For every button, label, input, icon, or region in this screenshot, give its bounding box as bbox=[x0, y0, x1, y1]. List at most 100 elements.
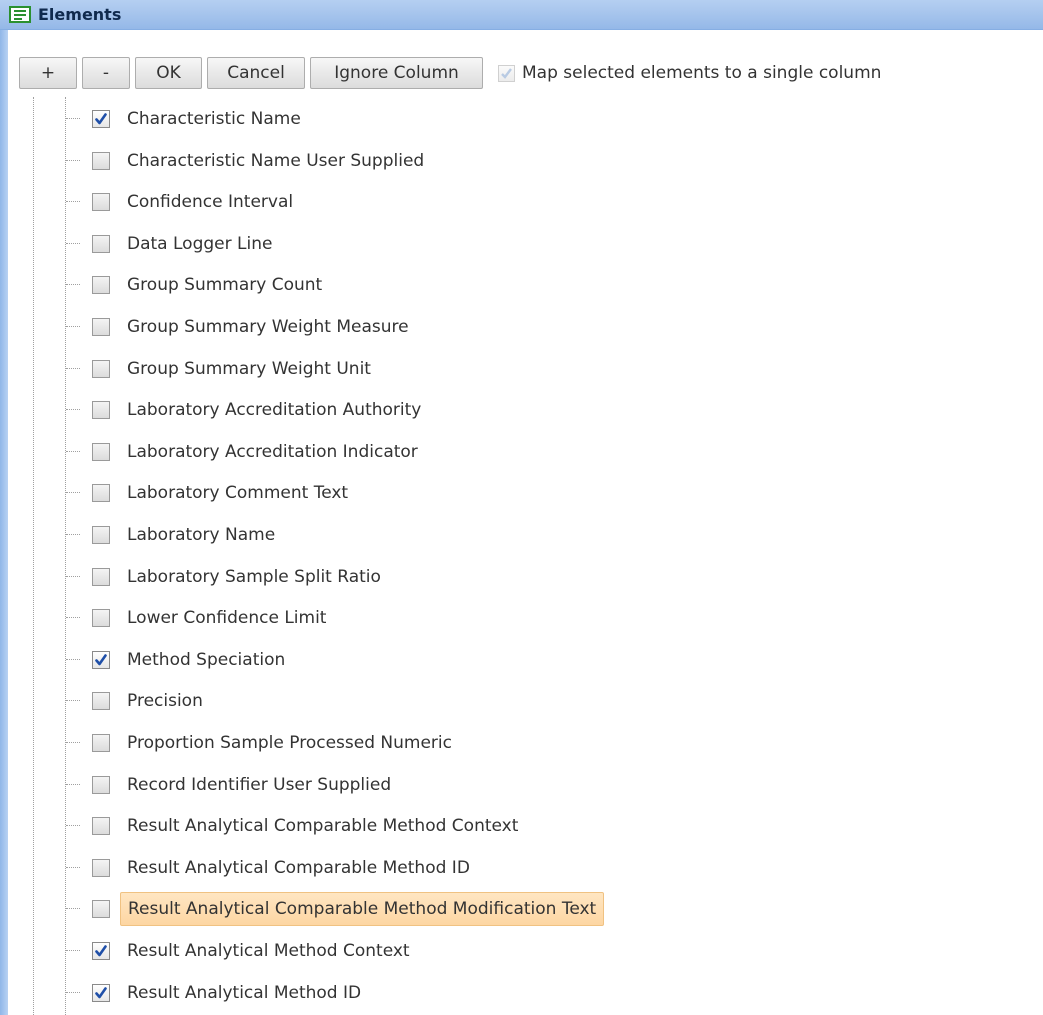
tree-item-checkbox[interactable] bbox=[92, 110, 110, 128]
map-single-column-label: Map selected elements to a single column bbox=[522, 63, 882, 83]
elements-panel: Elements + - OK Cancel Ignore Column Map… bbox=[0, 0, 1043, 1015]
tree-item-label[interactable]: Record Identifier User Supplied bbox=[120, 770, 398, 800]
tree-item-label[interactable]: Characteristic Name bbox=[120, 104, 308, 134]
tree-item-checkbox[interactable] bbox=[92, 859, 110, 877]
tree-connector bbox=[66, 992, 80, 993]
tree-connector bbox=[66, 825, 80, 826]
tree-connector bbox=[66, 784, 80, 785]
tree-connector bbox=[66, 284, 80, 285]
tree-item[interactable]: Group Summary Weight Measure bbox=[0, 312, 1043, 342]
tree-item[interactable]: Laboratory Name bbox=[0, 520, 1043, 550]
add-button[interactable]: + bbox=[19, 57, 77, 89]
tree-item-label[interactable]: Laboratory Name bbox=[120, 520, 282, 550]
tree-item[interactable]: Laboratory Accreditation Authority bbox=[0, 395, 1043, 425]
tree-connector bbox=[66, 243, 80, 244]
tree-item-checkbox[interactable] bbox=[92, 401, 110, 419]
ok-button[interactable]: OK bbox=[135, 57, 202, 89]
ignore-column-button[interactable]: Ignore Column bbox=[310, 57, 483, 89]
tree-item-label[interactable]: Result Analytical Comparable Method Cont… bbox=[120, 811, 525, 841]
tree-item[interactable]: Characteristic Name bbox=[0, 104, 1043, 134]
tree-item-checkbox[interactable] bbox=[92, 651, 110, 669]
tree-connector bbox=[66, 409, 80, 410]
tree-item[interactable]: Laboratory Sample Split Ratio bbox=[0, 562, 1043, 592]
tree-item-checkbox[interactable] bbox=[92, 900, 110, 918]
tree-item-label[interactable]: Precision bbox=[120, 686, 210, 716]
tree-item-label[interactable]: Result Analytical Method Context bbox=[120, 936, 417, 966]
tree-connector bbox=[66, 950, 80, 951]
tree-item-label[interactable]: Characteristic Name User Supplied bbox=[120, 146, 431, 176]
checkmark-icon bbox=[95, 945, 107, 957]
tree-connector bbox=[66, 617, 80, 618]
tree-item[interactable]: Data Logger Line bbox=[0, 229, 1043, 259]
tree-item[interactable]: Precision bbox=[0, 686, 1043, 716]
tree-connector bbox=[66, 368, 80, 369]
tree-connector bbox=[66, 659, 80, 660]
tree-connector bbox=[66, 201, 80, 202]
tree-item[interactable]: Record Identifier User Supplied bbox=[0, 770, 1043, 800]
tree-item[interactable]: Result Analytical Comparable Method Cont… bbox=[0, 811, 1043, 841]
tree-item[interactable]: Result Analytical Method ID bbox=[0, 978, 1043, 1008]
panel-title: Elements bbox=[38, 5, 122, 24]
tree-item-checkbox[interactable] bbox=[92, 318, 110, 336]
tree-connector bbox=[66, 700, 80, 701]
tree-connector bbox=[66, 492, 80, 493]
tree-item[interactable]: Result Analytical Comparable Method ID bbox=[0, 853, 1043, 883]
tree-item-checkbox[interactable] bbox=[92, 692, 110, 710]
tree-item[interactable]: Method Speciation bbox=[0, 645, 1043, 675]
tree-connector bbox=[66, 576, 80, 577]
tree-item-label[interactable]: Proportion Sample Processed Numeric bbox=[120, 728, 459, 758]
tree-item-checkbox[interactable] bbox=[92, 235, 110, 253]
panel-header: Elements bbox=[0, 0, 1043, 30]
cancel-button[interactable]: Cancel bbox=[207, 57, 305, 89]
tree-connector bbox=[66, 160, 80, 161]
checkmark-icon bbox=[95, 113, 107, 125]
tree-item-checkbox[interactable] bbox=[92, 193, 110, 211]
tree-connector bbox=[66, 451, 80, 452]
tree-item[interactable]: Laboratory Comment Text bbox=[0, 478, 1043, 508]
tree-item-checkbox[interactable] bbox=[92, 360, 110, 378]
tree-connector bbox=[66, 118, 80, 119]
tree-item-checkbox[interactable] bbox=[92, 734, 110, 752]
tree-item[interactable]: Confidence Interval bbox=[0, 187, 1043, 217]
tree-item-label[interactable]: Confidence Interval bbox=[120, 187, 300, 217]
tree-item-label[interactable]: Group Summary Weight Measure bbox=[120, 312, 416, 342]
tree-item-label[interactable]: Data Logger Line bbox=[120, 229, 279, 259]
tree-item[interactable]: Result Analytical Comparable Method Modi… bbox=[0, 892, 1043, 926]
list-panel-icon bbox=[9, 6, 31, 23]
remove-button[interactable]: - bbox=[82, 57, 130, 89]
tree-connector bbox=[66, 326, 80, 327]
tree-item[interactable]: Proportion Sample Processed Numeric bbox=[0, 728, 1043, 758]
tree-item-checkbox[interactable] bbox=[92, 984, 110, 1002]
tree-item-label[interactable]: Laboratory Comment Text bbox=[120, 478, 355, 508]
tree-item-label[interactable]: Result Analytical Comparable Method ID bbox=[120, 853, 477, 883]
tree-item-label[interactable]: Laboratory Accreditation Indicator bbox=[120, 437, 425, 467]
tree-item[interactable]: Result Analytical Method Context bbox=[0, 936, 1043, 966]
tree-item-label[interactable]: Lower Confidence Limit bbox=[120, 603, 333, 633]
tree-item-label[interactable]: Method Speciation bbox=[120, 645, 292, 675]
tree-item-label[interactable]: Laboratory Accreditation Authority bbox=[120, 395, 428, 425]
tree-item-label[interactable]: Result Analytical Comparable Method Modi… bbox=[120, 892, 605, 926]
tree-item-label[interactable]: Result Analytical Method ID bbox=[120, 978, 368, 1008]
tree-item[interactable]: Characteristic Name User Supplied bbox=[0, 146, 1043, 176]
tree-item-checkbox[interactable] bbox=[92, 276, 110, 294]
tree-item[interactable]: Group Summary Count bbox=[0, 270, 1043, 300]
tree-item-checkbox[interactable] bbox=[92, 942, 110, 960]
tree-item-checkbox[interactable] bbox=[92, 526, 110, 544]
tree-connector bbox=[66, 908, 80, 909]
tree-item-label[interactable]: Group Summary Count bbox=[120, 270, 329, 300]
tree-item[interactable]: Group Summary Weight Unit bbox=[0, 354, 1043, 384]
checkmark-icon bbox=[95, 654, 107, 666]
tree-item-label[interactable]: Laboratory Sample Split Ratio bbox=[120, 562, 388, 592]
tree-item-checkbox[interactable] bbox=[92, 609, 110, 627]
map-single-column-checkbox[interactable] bbox=[498, 64, 515, 82]
tree-item[interactable]: Lower Confidence Limit bbox=[0, 603, 1043, 633]
tree-item-checkbox[interactable] bbox=[92, 568, 110, 586]
tree-item-checkbox[interactable] bbox=[92, 484, 110, 502]
tree-item-checkbox[interactable] bbox=[92, 152, 110, 170]
toolbar: + - OK Cancel Ignore Column Map selected… bbox=[19, 56, 881, 90]
tree-item[interactable]: Laboratory Accreditation Indicator bbox=[0, 437, 1043, 467]
tree-item-checkbox[interactable] bbox=[92, 817, 110, 835]
tree-item-checkbox[interactable] bbox=[92, 776, 110, 794]
tree-item-checkbox[interactable] bbox=[92, 443, 110, 461]
tree-item-label[interactable]: Group Summary Weight Unit bbox=[120, 354, 378, 384]
